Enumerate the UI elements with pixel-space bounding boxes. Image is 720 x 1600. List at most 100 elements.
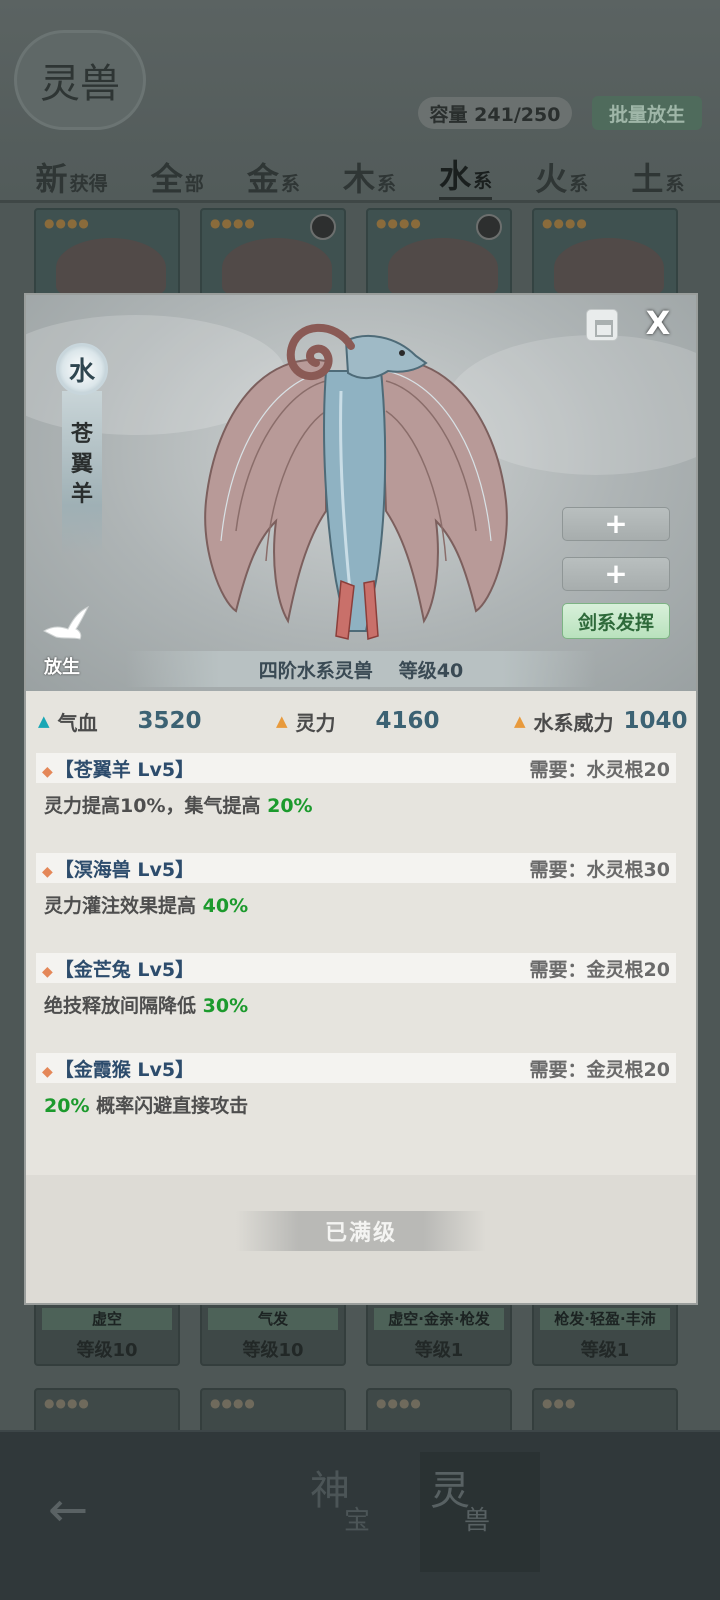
beast-thumbnail	[56, 238, 166, 298]
skill-item: ◆ 【溟海兽 Lv5】 需要：水灵根30 灵力灌注效果提高 40%	[36, 853, 686, 953]
beast-card[interactable]: 气发 等级10	[200, 1298, 346, 1366]
beast-artwork-panel: 水 苍 翼 羊 X + + 剑系发挥 放生 四阶水系灵兽 等级40	[26, 295, 696, 691]
add-slot-button[interactable]: +	[562, 507, 670, 541]
tab-earth[interactable]: 土系	[631, 154, 684, 200]
beast-rank: 四阶水系灵兽	[258, 659, 373, 682]
archive-icon[interactable]	[586, 309, 618, 341]
diamond-icon: ◆	[42, 863, 53, 880]
skill-name: ◆ 【金霞猴 Lv5】	[42, 1058, 195, 1081]
stat-value: 3520	[137, 708, 202, 734]
diamond-icon: ◆	[42, 963, 53, 980]
water-element-badge: 水	[56, 343, 108, 395]
beast-level: 等级10	[76, 1340, 138, 1361]
stat-label: 气血	[57, 710, 98, 735]
close-icon[interactable]: X	[638, 303, 678, 343]
stat-hp: ▲ 气血 3520	[38, 707, 202, 736]
skill-description: 绝技释放间隔降低 30%	[44, 995, 249, 1017]
tab-all[interactable]: 全部	[151, 154, 204, 200]
nav-divine-treasure[interactable]: 神 宝	[300, 1452, 420, 1572]
batch-release-button[interactable]: 批量放生	[592, 96, 702, 130]
diamond-icon: ◆	[42, 763, 53, 780]
beast-level: 等级1	[414, 1340, 464, 1361]
nav-spirit-beast[interactable]: 灵 兽	[420, 1452, 540, 1572]
beast-trait-tag: 虚空	[42, 1308, 172, 1330]
skill-header: ◆ 【金芒兔 Lv5】 需要：金灵根20	[36, 953, 676, 983]
beast-level: 等级40	[398, 659, 464, 682]
back-arrow-icon[interactable]: ←	[48, 1482, 88, 1538]
tab-fire[interactable]: 火系	[535, 154, 588, 200]
category-tabs: 新获得 全部 金系 木系 水系 火系 土系	[0, 148, 720, 200]
rank-paw-icons: ●●●●	[44, 216, 90, 230]
stat-spirit-power: ▲ 灵力 4160	[276, 707, 440, 736]
rank-paw-icons: ●●●●	[542, 216, 588, 230]
beast-thumbnail	[388, 238, 498, 298]
rank-paw-icons: ●●●●	[376, 1396, 422, 1410]
rank-paw-icons: ●●●●	[44, 1396, 90, 1410]
dove-icon[interactable]	[40, 603, 90, 647]
stat-value: 4160	[375, 708, 440, 734]
add-slot-button[interactable]: +	[562, 557, 670, 591]
stats-row: ▲ 气血 3520 ▲ 灵力 4160 ▲ 水系威力 1040	[26, 699, 696, 743]
triangle-up-icon: ▲	[514, 712, 526, 730]
stat-label: 水系威力	[533, 710, 614, 735]
skill-item: ◆ 【苍翼羊 Lv5】 需要：水灵根20 灵力提高10%，集气提高 20%	[36, 753, 686, 853]
bottom-nav: ← 神 宝 灵 兽	[0, 1430, 720, 1600]
owner-avatar	[476, 214, 502, 240]
skill-name: ◆ 【苍翼羊 Lv5】	[42, 758, 195, 781]
skill-header: ◆ 【溟海兽 Lv5】 需要：水灵根30	[36, 853, 676, 883]
nav-label-sub: 宝	[344, 1506, 371, 1536]
beast-detail-modal: 水 苍 翼 羊 X + + 剑系发挥 放生 四阶水系灵兽 等级40 ▲ 气血 3…	[24, 293, 698, 1305]
skill-header: ◆ 【金霞猴 Lv5】 需要：金灵根20	[36, 1053, 676, 1083]
rank-paw-icons: ●●●●	[210, 216, 256, 230]
beast-level: 等级10	[242, 1340, 304, 1361]
skill-requirement: 需要：水灵根30	[529, 858, 670, 881]
beast-trait-tag: 枪发·轻盈·丰沛	[540, 1308, 670, 1330]
beast-name-char: 羊	[70, 481, 93, 507]
rank-paw-icons: ●●●●	[376, 216, 422, 230]
skill-requirement: 需要：金灵根20	[529, 1058, 670, 1081]
stat-label: 灵力	[295, 710, 336, 735]
beast-level: 等级1	[580, 1340, 630, 1361]
beast-info-strip: 四阶水系灵兽 等级40	[126, 651, 596, 687]
beast-thumbnail	[554, 238, 664, 298]
beast-card[interactable]: 虚空 等级10	[34, 1298, 180, 1366]
max-level-label: 已满级	[236, 1211, 486, 1251]
skill-description: 20% 概率闪避直接攻击	[44, 1095, 249, 1117]
beast-name-char: 翼	[70, 451, 93, 477]
skill-list: ◆ 【苍翼羊 Lv5】 需要：水灵根20 灵力提高10%，集气提高 20% ◆ 【溟…	[36, 753, 686, 1153]
tab-metal[interactable]: 金系	[247, 154, 300, 200]
beast-card[interactable]: 枪发·轻盈·丰沛 等级1	[532, 1298, 678, 1366]
tab-new[interactable]: 新获得	[36, 154, 108, 200]
skill-name: ◆ 【溟海兽 Lv5】	[42, 858, 195, 881]
winged-ram-illustration	[204, 323, 508, 640]
beast-trait-tag: 气发	[208, 1308, 338, 1330]
beast-name-char: 苍	[70, 421, 93, 447]
tab-water[interactable]: 水系	[439, 151, 493, 200]
skill-requirement: 需要：金灵根20	[529, 958, 670, 981]
skill-item: ◆ 【金芒兔 Lv5】 需要：金灵根20 绝技释放间隔降低 30%	[36, 953, 686, 1053]
skill-description: 灵力灌注效果提高 40%	[44, 895, 249, 917]
skill-name: ◆ 【金芒兔 Lv5】	[42, 958, 195, 981]
spirit-beast-logo: 灵兽	[14, 30, 146, 130]
tab-wood[interactable]: 木系	[343, 154, 396, 200]
beast-trait-tag: 虚空·金亲·枪发	[374, 1308, 504, 1330]
stat-value: 1040	[623, 708, 688, 734]
triangle-up-icon: ▲	[38, 712, 50, 730]
diamond-icon: ◆	[42, 1063, 53, 1080]
skill-item: ◆ 【金霞猴 Lv5】 需要：金灵根20 20% 概率闪避直接攻击	[36, 1053, 686, 1153]
skill-header: ◆ 【苍翼羊 Lv5】 需要：水灵根20	[36, 753, 676, 783]
rank-paw-icons: ●●●●	[210, 1396, 256, 1410]
beast-name-banner: 苍 翼 羊	[62, 391, 102, 555]
modal-footer: 已满级	[26, 1175, 696, 1303]
nav-label-sub: 兽	[464, 1506, 491, 1536]
sword-skill-button[interactable]: 剑系发挥	[562, 603, 670, 639]
skill-description: 灵力提高10%，集气提高 20%	[44, 795, 313, 817]
owner-avatar	[310, 214, 336, 240]
triangle-up-icon: ▲	[276, 712, 288, 730]
tabs-divider	[0, 200, 720, 203]
skill-requirement: 需要：水灵根20	[529, 758, 670, 781]
beast-thumbnail	[222, 238, 332, 298]
capacity-badge: 容量 241/250	[418, 97, 572, 129]
release-label[interactable]: 放生	[44, 653, 80, 679]
beast-card[interactable]: 虚空·金亲·枪发 等级1	[366, 1298, 512, 1366]
